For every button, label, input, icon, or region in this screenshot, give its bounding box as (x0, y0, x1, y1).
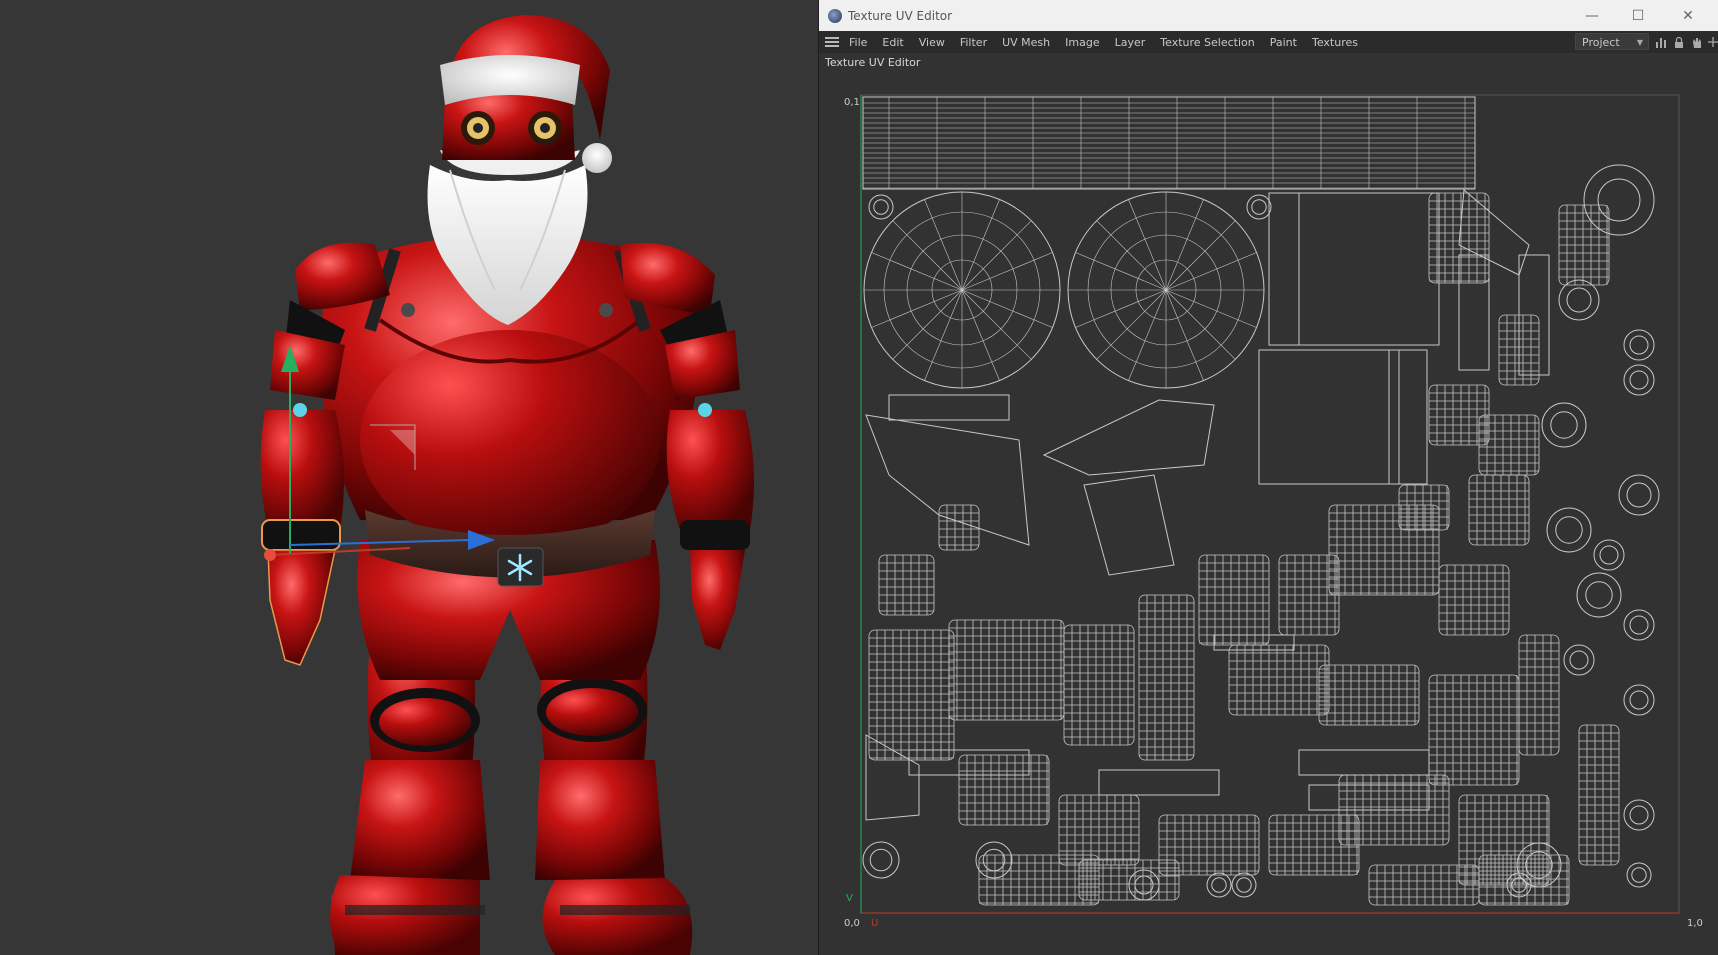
uv-canvas[interactable] (819, 75, 1718, 955)
project-select-value: Project (1582, 36, 1620, 49)
menu-image[interactable]: Image (1065, 36, 1099, 49)
close-button[interactable]: ✕ (1665, 0, 1711, 31)
project-select[interactable]: Project ▼ (1575, 33, 1649, 50)
robot-santa-model (260, 15, 754, 955)
menu-edit[interactable]: Edit (882, 36, 903, 49)
expand-arrows-icon[interactable] (1706, 35, 1718, 48)
cinema4d-icon (828, 8, 842, 23)
panel-title: Texture UV Editor (825, 56, 921, 69)
menu-uv-mesh[interactable]: UV Mesh (1002, 36, 1050, 49)
lock-icon[interactable] (1672, 35, 1685, 48)
menu-view[interactable]: View (919, 36, 945, 49)
menu-layer[interactable]: Layer (1115, 36, 1146, 49)
menu-texture-selection[interactable]: Texture Selection (1160, 36, 1254, 49)
uv-bounds (860, 94, 1680, 914)
histogram-icon[interactable] (1654, 35, 1667, 48)
menu-file[interactable]: File (849, 36, 867, 49)
menu-filter[interactable]: Filter (960, 36, 987, 49)
window-titlebar[interactable]: Texture UV Editor — ☐ ✕ (819, 0, 1718, 31)
uv-islands (862, 96, 1660, 906)
minimize-button[interactable]: — (1569, 0, 1615, 31)
texture-uv-editor-window: Texture UV Editor — ☐ ✕ File Edit View F… (818, 0, 1718, 955)
hamburger-menu-icon[interactable] (825, 37, 839, 47)
maximize-button[interactable]: ☐ (1615, 0, 1661, 31)
chevron-down-icon: ▼ (1636, 38, 1643, 47)
3d-viewport[interactable] (0, 0, 818, 955)
menubar: File Edit View Filter UV Mesh Image Laye… (819, 31, 1718, 53)
uv-island-square-1 (1268, 192, 1440, 346)
window-title: Texture UV Editor (848, 8, 953, 23)
uv-island-square-2 (1258, 349, 1428, 485)
hand-pan-icon[interactable] (1690, 35, 1703, 48)
menu-textures[interactable]: Textures (1312, 36, 1358, 49)
menu-paint[interactable]: Paint (1270, 36, 1297, 49)
